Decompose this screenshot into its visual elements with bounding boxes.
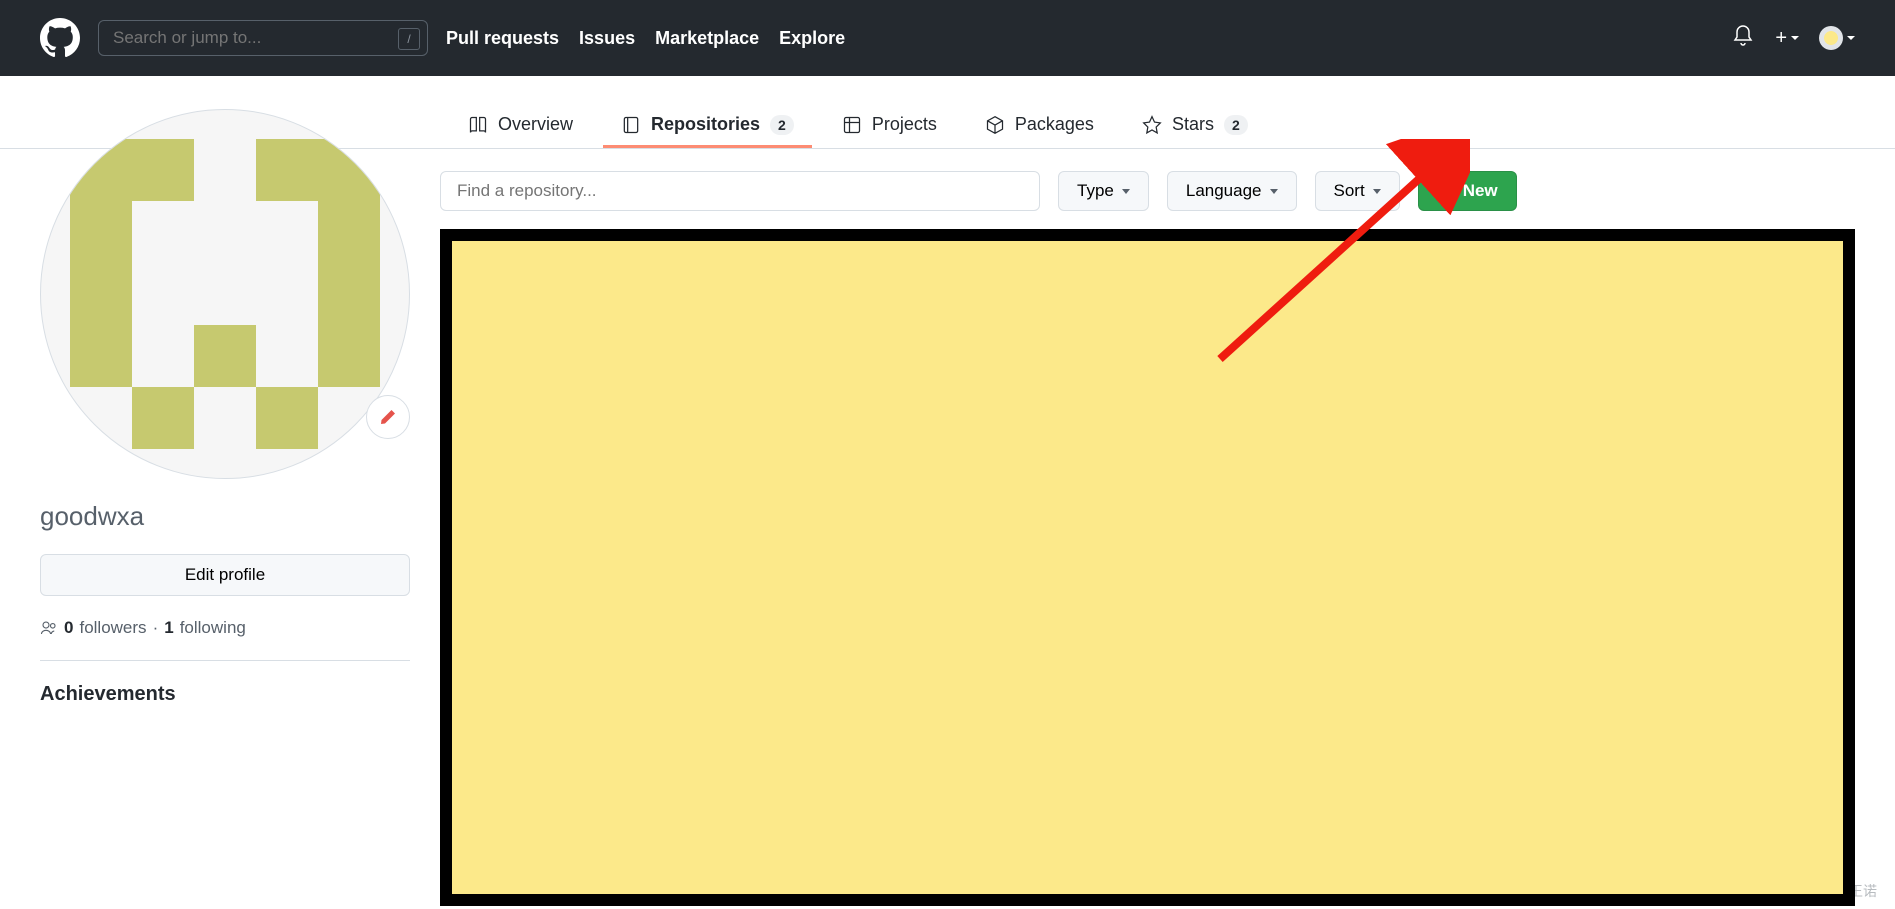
find-repository-input[interactable] bbox=[440, 171, 1040, 211]
edit-avatar-button[interactable] bbox=[366, 395, 410, 439]
tab-label: Projects bbox=[872, 114, 937, 135]
following-count: 1 bbox=[164, 618, 173, 638]
button-label: New bbox=[1463, 181, 1498, 201]
filter-label: Language bbox=[1186, 181, 1262, 201]
repo-icon bbox=[1437, 182, 1455, 200]
tab-label: Stars bbox=[1172, 114, 1214, 135]
tab-count: 2 bbox=[770, 115, 794, 135]
tab-projects[interactable]: Projects bbox=[824, 104, 955, 148]
book-icon bbox=[468, 115, 488, 135]
tab-packages[interactable]: Packages bbox=[967, 104, 1112, 148]
tab-overview[interactable]: Overview bbox=[450, 104, 591, 148]
search-slash-hint: / bbox=[398, 28, 420, 50]
username: goodwxa bbox=[40, 501, 410, 532]
global-search: / bbox=[98, 20, 428, 56]
nav-pull-requests[interactable]: Pull requests bbox=[446, 28, 559, 49]
divider bbox=[40, 660, 410, 661]
user-menu[interactable] bbox=[1819, 26, 1855, 50]
header-right: + bbox=[1731, 24, 1855, 53]
package-icon bbox=[985, 115, 1005, 135]
chevron-down-icon bbox=[1847, 36, 1855, 40]
star-icon bbox=[1142, 115, 1162, 135]
nav-marketplace[interactable]: Marketplace bbox=[655, 28, 759, 49]
separator: · bbox=[153, 618, 159, 638]
github-logo[interactable] bbox=[40, 18, 80, 58]
followers-label: followers bbox=[79, 618, 146, 638]
filter-label: Type bbox=[1077, 181, 1114, 201]
tab-label: Repositories bbox=[651, 114, 760, 135]
nav-issues[interactable]: Issues bbox=[579, 28, 635, 49]
filter-bar: Type Language Sort New bbox=[440, 171, 1855, 211]
tab-label: Packages bbox=[1015, 114, 1094, 135]
global-header: / Pull requests Issues Marketplace Explo… bbox=[0, 0, 1895, 76]
nav-explore[interactable]: Explore bbox=[779, 28, 845, 49]
repo-icon bbox=[621, 115, 641, 135]
new-repo-button[interactable]: New bbox=[1418, 171, 1517, 211]
type-filter[interactable]: Type bbox=[1058, 171, 1149, 211]
sort-filter[interactable]: Sort bbox=[1315, 171, 1400, 211]
search-input[interactable] bbox=[98, 20, 428, 56]
followers-count: 0 bbox=[64, 618, 73, 638]
create-menu[interactable]: + bbox=[1775, 27, 1799, 50]
notifications-icon[interactable] bbox=[1731, 24, 1755, 53]
tab-label: Overview bbox=[498, 114, 573, 135]
tab-repositories[interactable]: Repositories 2 bbox=[603, 104, 812, 148]
edit-profile-button[interactable]: Edit profile bbox=[40, 554, 410, 596]
project-icon bbox=[842, 115, 862, 135]
chevron-down-icon bbox=[1791, 36, 1799, 40]
people-icon bbox=[40, 619, 58, 637]
plus-icon: + bbox=[1775, 27, 1787, 50]
chevron-down-icon bbox=[1373, 189, 1381, 194]
pencil-icon bbox=[380, 409, 396, 425]
redacted-area bbox=[440, 229, 1855, 906]
tab-stars[interactable]: Stars 2 bbox=[1124, 104, 1266, 148]
tab-count: 2 bbox=[1224, 115, 1248, 135]
filter-label: Sort bbox=[1334, 181, 1365, 201]
followers-following[interactable]: 0 followers · 1 following bbox=[40, 618, 410, 638]
achievements-heading: Achievements bbox=[40, 683, 410, 706]
github-mark-icon bbox=[40, 18, 80, 58]
primary-nav: Pull requests Issues Marketplace Explore bbox=[446, 28, 845, 49]
following-label: following bbox=[180, 618, 246, 638]
chevron-down-icon bbox=[1270, 189, 1278, 194]
avatar-large[interactable] bbox=[40, 109, 410, 479]
repo-list-content: Type Language Sort New bbox=[440, 149, 1855, 706]
language-filter[interactable]: Language bbox=[1167, 171, 1297, 211]
avatar-small bbox=[1819, 26, 1843, 50]
profile-sidebar: goodwxa Edit profile 0 followers · 1 fol… bbox=[40, 109, 410, 706]
identicon-icon bbox=[70, 139, 380, 449]
chevron-down-icon bbox=[1122, 189, 1130, 194]
